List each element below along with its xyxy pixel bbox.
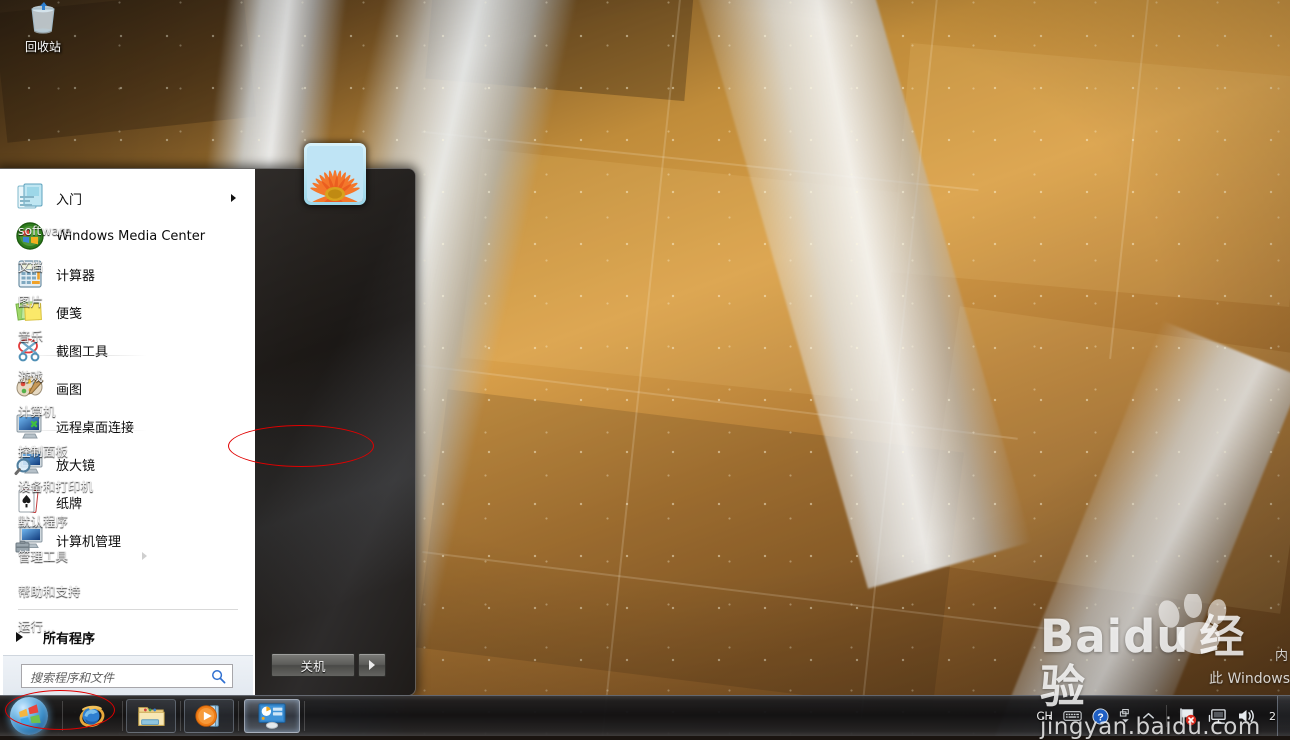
show-hidden-icons-chevron[interactable] xyxy=(1142,711,1155,721)
right-item-label: 文档 xyxy=(18,259,44,274)
ime-language-indicator[interactable]: CH xyxy=(1036,709,1053,723)
desktop-icon-recycle-bin[interactable]: 回收站 xyxy=(8,0,78,54)
shutdown-label: 关机 xyxy=(300,658,326,674)
taskbar-internet-explorer[interactable] xyxy=(66,699,118,733)
tray-divider xyxy=(1166,705,1167,727)
taskbar-control-panel[interactable] xyxy=(244,699,300,733)
start-menu-right-item-help-and-support[interactable]: 帮助和支持 xyxy=(0,573,161,608)
right-item-label: 图片 xyxy=(18,294,44,309)
chevron-right-icon xyxy=(231,194,236,202)
right-panel-separator xyxy=(16,355,147,356)
start-menu-right-item-devices-and-printers[interactable]: 设备和打印机 xyxy=(0,468,161,503)
windows-logo-icon xyxy=(10,697,48,735)
taskbar-divider xyxy=(304,701,305,731)
taskbar-windows-explorer[interactable] xyxy=(126,699,176,733)
start-menu-right-item-run[interactable]: 运行... xyxy=(0,608,161,643)
taskbar[interactable]: CH ? 2 xyxy=(0,695,1290,736)
right-item-label: 音乐 xyxy=(18,329,44,344)
start-menu-shutdown-area: 关机 xyxy=(271,653,401,677)
chevron-right-icon xyxy=(369,660,375,670)
taskbar-divider xyxy=(62,701,63,731)
flower-user-picture-icon xyxy=(307,146,363,202)
action-center-flag-icon[interactable] xyxy=(1178,707,1198,726)
start-menu-right-item-control-panel[interactable]: 控制面板 xyxy=(0,433,161,468)
right-item-label: 游戏 xyxy=(18,369,44,384)
system-tray[interactable]: CH ? xyxy=(1031,696,1262,736)
start-menu-right-list[interactable]: software 文档 图片 音乐 游戏 计算机 控制面板 设备和打印机 默认程… xyxy=(0,213,161,643)
start-menu-right-item-pictures[interactable]: 图片 xyxy=(0,283,161,318)
shutdown-options-button[interactable] xyxy=(358,653,386,677)
start-menu-right-panel xyxy=(255,169,415,695)
taskbar-divider xyxy=(122,701,123,731)
show-desktop-button[interactable] xyxy=(1277,696,1290,736)
user-account-picture[interactable] xyxy=(304,143,366,205)
start-menu[interactable]: 入门 Windows Media Center 0 计算器 便笺 截图工具 画图… xyxy=(0,168,416,696)
right-panel-separator xyxy=(16,430,147,431)
svg-text:?: ? xyxy=(1097,712,1103,723)
right-item-label: 运行... xyxy=(18,619,55,634)
start-menu-item-label: 入门 xyxy=(56,192,83,208)
start-menu-right-item-default-programs[interactable]: 默认程序 xyxy=(0,503,161,538)
control-panel-icon xyxy=(258,703,286,729)
start-orb-button[interactable] xyxy=(6,694,58,736)
start-menu-item-getting-started[interactable]: 入门 xyxy=(6,179,250,217)
right-item-label: 管理工具 xyxy=(18,549,69,564)
search-input[interactable]: 搜索程序和文件 xyxy=(21,664,233,688)
right-item-label: 设备和打印机 xyxy=(18,479,94,494)
right-item-label: 默认程序 xyxy=(18,514,69,529)
windows-activation-watermark-top: 内 xyxy=(1274,649,1288,664)
right-item-label: 帮助和支持 xyxy=(18,584,81,599)
volume-speaker-icon[interactable] xyxy=(1237,707,1257,725)
folder-explorer-icon xyxy=(138,707,165,726)
recycle-bin-icon xyxy=(31,2,55,34)
right-item-label: 控制面板 xyxy=(18,444,69,459)
desktop-icon-label: 回收站 xyxy=(24,40,61,54)
clock-time: 2 xyxy=(1269,709,1276,723)
start-menu-search-area: 搜索程序和文件 xyxy=(3,655,253,695)
start-menu-right-item-software[interactable]: software xyxy=(0,213,161,248)
internet-explorer-icon xyxy=(79,705,105,728)
media-player-icon xyxy=(195,705,219,727)
shutdown-button[interactable]: 关机 xyxy=(271,653,355,677)
start-menu-right-item-documents[interactable]: 文档 xyxy=(0,248,161,283)
taskbar-divider xyxy=(238,701,239,731)
start-menu-right-item-games[interactable]: 游戏 xyxy=(0,358,161,393)
taskbar-clock[interactable]: 2 xyxy=(1269,696,1276,736)
ime-keyboard-icon[interactable] xyxy=(1063,709,1082,723)
start-menu-right-item-computer[interactable]: 计算机 xyxy=(0,393,161,428)
start-menu-right-item-music[interactable]: 音乐 xyxy=(0,318,161,353)
ime-help-icon[interactable]: ? xyxy=(1092,707,1109,725)
ime-options-icon[interactable] xyxy=(1119,708,1132,725)
right-item-label: 计算机 xyxy=(18,404,56,419)
taskbar-windows-media-player[interactable] xyxy=(184,699,234,733)
search-icon[interactable] xyxy=(211,669,226,684)
chevron-right-icon xyxy=(142,551,147,560)
network-icon[interactable] xyxy=(1208,708,1227,725)
start-menu-frame: 入门 Windows Media Center 0 计算器 便笺 截图工具 画图… xyxy=(0,168,416,696)
right-item-label: software xyxy=(18,223,72,238)
getting-started-icon xyxy=(14,182,46,214)
search-placeholder: 搜索程序和文件 xyxy=(30,671,115,685)
taskbar-divider xyxy=(180,701,181,731)
start-menu-right-item-administrative-tools[interactable]: 管理工具 xyxy=(0,538,161,573)
